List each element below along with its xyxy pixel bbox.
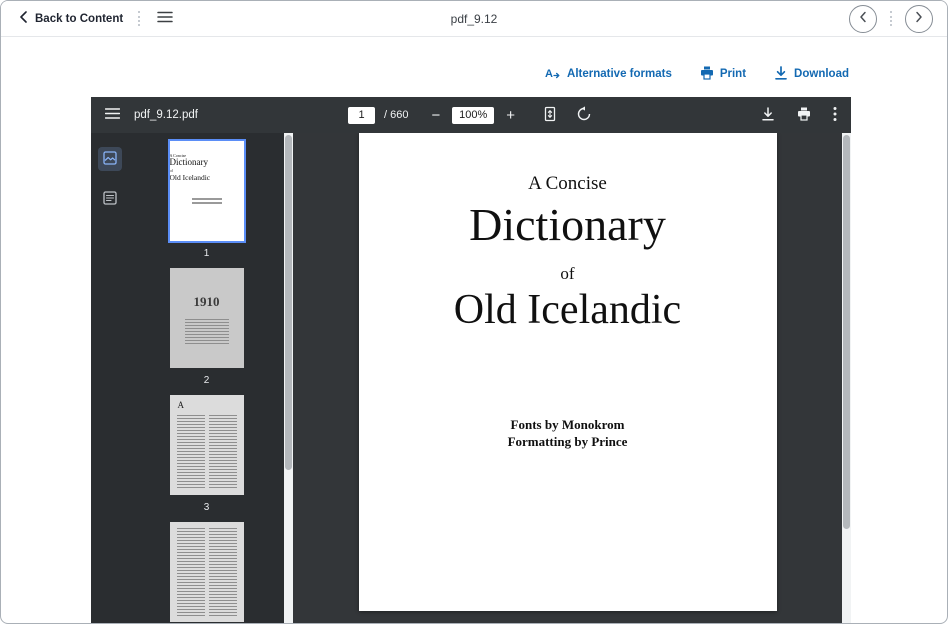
thumbnail-item-3[interactable]: A 3 <box>170 395 244 522</box>
back-label: Back to Content <box>35 13 123 25</box>
page-title: pdf_9.12 <box>451 12 498 26</box>
main-scrollbar[interactable] <box>842 133 851 624</box>
pdf-download-button[interactable] <box>759 105 777 126</box>
thumbnail-item-4[interactable]: 4 <box>170 522 244 624</box>
rotate-button[interactable] <box>574 104 594 127</box>
credit-line-2: Formatting by Prince <box>359 433 777 450</box>
rotate-counterclockwise-icon <box>576 106 592 125</box>
pdf-toolbar-right <box>759 104 839 127</box>
thumb1-title-big: Dictionary <box>170 158 244 168</box>
print-link[interactable]: Print <box>700 66 746 83</box>
thumb1-credit-bar <box>192 198 222 200</box>
pdf-toolbar-center: / 660 − + <box>348 104 594 127</box>
fit-to-page-button[interactable] <box>540 104 560 127</box>
thumb3-letter: A <box>178 400 185 410</box>
dotted-divider <box>890 11 892 26</box>
thumbnail-page-4 <box>170 522 244 622</box>
svg-text:A: A <box>545 68 553 79</box>
thumbnail-page-2: 1910 <box>170 268 244 368</box>
printer-icon <box>797 107 811 124</box>
pdf-body: A Concise Dictionary of Old Icelandic 1 … <box>91 133 851 624</box>
pdf-filename: pdf_9.12.pdf <box>134 109 198 121</box>
print-label: Print <box>720 68 746 80</box>
alternative-formats-icon: A <box>545 66 561 82</box>
top-bar: Back to Content pdf_9.12 <box>1 1 947 37</box>
thumb1-subtitle: Old Icelandic <box>170 173 244 182</box>
thumbnail-1-content: A Concise Dictionary of Old Icelandic <box>170 141 244 204</box>
alternative-formats-link[interactable]: A Alternative formats <box>545 66 672 82</box>
page-number-input[interactable] <box>348 107 375 124</box>
previous-button[interactable] <box>849 5 877 33</box>
view-tools <box>540 104 594 127</box>
dotted-divider <box>138 11 140 26</box>
thumbnail-item-2[interactable]: 1910 2 <box>170 268 244 395</box>
page-title-big: Dictionary <box>359 201 777 249</box>
zoom-in-button[interactable]: + <box>504 108 517 123</box>
thumbnail-item-1[interactable]: A Concise Dictionary of Old Icelandic 1 <box>170 141 244 268</box>
thumb2-year: 1910 <box>170 268 244 310</box>
thumbnail-number: 2 <box>204 375 210 386</box>
thumb4-columns <box>177 528 237 616</box>
thumbnail-page-1: A Concise Dictionary of Old Icelandic <box>170 141 244 241</box>
pdf-more-options-button[interactable] <box>831 104 839 127</box>
chevron-left-icon <box>19 11 28 26</box>
pdf-print-button[interactable] <box>795 105 813 126</box>
topbar-left-group: Back to Content <box>19 8 175 29</box>
sidebar-view-switcher <box>91 133 129 624</box>
printer-icon <box>700 66 714 83</box>
thumbnail-page-3: A <box>170 395 244 495</box>
credit-line-1: Fonts by Monokrom <box>359 416 777 433</box>
hamburger-icon <box>105 107 120 123</box>
page-title-small: A Concise <box>359 133 777 195</box>
thumb1-credit-bar <box>192 202 222 204</box>
page-of: of <box>359 264 777 284</box>
hamburger-menu-button[interactable] <box>155 8 175 29</box>
pdf-viewer: pdf_9.12.pdf / 660 − + <box>91 97 851 624</box>
zoom-level-input[interactable] <box>452 107 494 124</box>
pdf-sidebar-toggle-button[interactable] <box>103 105 122 125</box>
chevron-right-icon <box>914 11 924 26</box>
thumbnail-number: 1 <box>204 248 210 259</box>
pdf-page-1: A Concise Dictionary of Old Icelandic Fo… <box>359 133 777 611</box>
download-icon <box>761 107 775 124</box>
page-subtitle-big: Old Icelandic <box>359 288 777 332</box>
chevron-left-icon <box>858 11 868 26</box>
page-credits: Fonts by Monokrom Formatting by Prince <box>359 416 777 450</box>
text-column <box>209 528 237 616</box>
thumbnails-view-icon <box>103 151 117 168</box>
download-label: Download <box>794 68 849 80</box>
app-window: Back to Content pdf_9.12 <box>0 0 948 624</box>
download-link[interactable]: Download <box>774 66 849 83</box>
kebab-menu-icon <box>833 106 837 125</box>
page-count-label: / 660 <box>384 109 408 121</box>
thumb3-columns <box>177 415 237 489</box>
thumb2-text-lines <box>185 319 229 345</box>
scrollbar-thumb[interactable] <box>285 135 292 470</box>
thumbnail-panel: A Concise Dictionary of Old Icelandic 1 … <box>129 133 284 624</box>
topbar-right-group <box>849 5 933 33</box>
pdf-page-area: A Concise Dictionary of Old Icelandic Fo… <box>293 133 842 624</box>
pdf-toolbar: pdf_9.12.pdf / 660 − + <box>91 97 851 133</box>
thumbnail-number: 3 <box>204 502 210 513</box>
hamburger-icon <box>157 10 173 27</box>
scrollbar-thumb[interactable] <box>843 135 850 529</box>
next-button[interactable] <box>905 5 933 33</box>
fit-to-page-icon <box>542 106 558 125</box>
document-outline-icon <box>103 191 117 208</box>
alternative-formats-label: Alternative formats <box>567 68 672 80</box>
text-column <box>209 415 237 489</box>
download-icon <box>774 66 788 83</box>
text-column <box>177 415 205 489</box>
thumbnails-view-button[interactable] <box>98 147 122 171</box>
zoom-out-button[interactable]: − <box>429 108 442 123</box>
back-to-content-button[interactable]: Back to Content <box>19 11 123 26</box>
document-actions-row: A Alternative formats Print <box>91 65 849 83</box>
zoom-controls: − + <box>429 107 517 124</box>
text-column <box>177 528 205 616</box>
outline-view-button[interactable] <box>98 187 122 211</box>
thumbnail-scrollbar[interactable] <box>284 133 293 624</box>
